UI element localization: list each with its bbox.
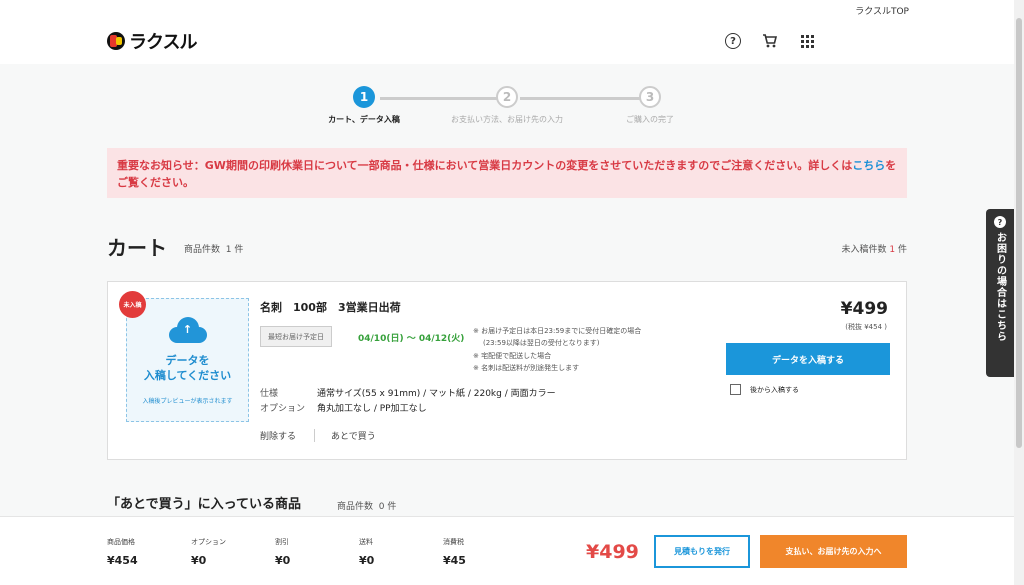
step-2: 2 お支払い方法、お届け先の入力 (437, 86, 577, 125)
cart-item-card: 未入稿 ↑ データを 入稿してください 入稿後プレビューが表示されます 名刺 10… (107, 281, 907, 460)
side-help-tab[interactable]: ? お困りの場合はこちら (986, 209, 1014, 377)
scrollbar-thumb[interactable] (1016, 18, 1022, 448)
side-help-label: お困りの場合はこちら (994, 232, 1006, 342)
summary-product-price: 商品価格 ¥454 (107, 538, 138, 567)
option-value: 角丸加工なし / PP加工なし (317, 403, 427, 414)
divider (314, 429, 316, 442)
page-scrollbar[interactable] (1014, 0, 1024, 585)
delivery-notes: ※ お届け予定日は本日23:59までに受付日確定の場合 (23:59以降は翌日の… (473, 325, 641, 374)
step-2-label: お支払い方法、お届け先の入力 (451, 115, 563, 124)
important-notice: 重要なお知らせ：GW期間の印刷休業日について一部商品・仕様において営業日カウント… (107, 148, 907, 198)
summary-tax: 消費税 ¥45 (443, 538, 466, 567)
upload-data-button[interactable]: データを入稿する (726, 343, 890, 375)
raksul-top-link[interactable]: ラクスルTOP (855, 4, 909, 17)
product-spec: 仕様 通常サイズ(55 x 91mm) / マット紙 / 220kg / 両面カラ… (260, 387, 556, 417)
proceed-to-checkout-button[interactable]: 支払い、お届け先の入力へ (760, 535, 907, 568)
saved-for-later-title: 「あとで買う」に入っている商品 (107, 497, 301, 512)
upload-later-checkbox[interactable]: 後から入稿する (730, 384, 799, 395)
notice-text: 重要なお知らせ：GW期間の印刷休業日について一部商品・仕様において営業日カウント… (117, 159, 853, 172)
step-1-label: カート、データ入稿 (328, 115, 400, 124)
note-line: ※ お届け予定日は本日23:59までに受付日確定の場合 (473, 327, 642, 335)
cart-icon[interactable] (761, 32, 779, 50)
step-1: 1 カート、データ入稿 (294, 86, 434, 125)
summary-shipping: 送料 ¥0 (359, 538, 375, 567)
logo-mark-icon (107, 32, 125, 50)
unsubmitted-count: 未入稿件数 1 件 (841, 245, 907, 255)
help-icon[interactable]: ? (724, 32, 742, 50)
cart-title: カート (107, 236, 167, 260)
save-for-later-link[interactable]: あとで買う (331, 429, 376, 442)
upload-later-label: 後から入稿する (750, 385, 799, 394)
note-line: ※ 宅配便で配送した場合 (473, 351, 552, 360)
cart-item-count: 商品件数 1 件 (184, 245, 244, 255)
unsubmitted-badge: 未入稿 (119, 291, 146, 318)
option-label: オプション (260, 403, 306, 414)
apps-grid-icon[interactable] (798, 32, 816, 50)
data-upload-area[interactable]: ↑ データを 入稿してください 入稿後プレビューが表示されます (126, 298, 249, 422)
delete-link[interactable]: 削除する (260, 429, 296, 442)
header-icons: ? (724, 32, 816, 50)
site-header: ラクスル ? (0, 18, 1024, 64)
step-3: 3 ご購入の完了 (580, 86, 720, 125)
item-actions: 削除する あとで買う (260, 429, 376, 442)
product-name: 名刺 100部 3営業日出荷 (260, 301, 401, 314)
step-3-number: 3 (639, 86, 661, 108)
issue-quote-button[interactable]: 見積もりを発行 (654, 535, 750, 568)
saved-item-count: 商品件数 0 件 (337, 502, 397, 512)
top-bar: ラクスルTOP (0, 0, 1024, 18)
step-3-label: ご購入の完了 (626, 115, 674, 124)
question-icon: ? (994, 216, 1006, 228)
summary-options: オプション ¥0 (191, 538, 226, 567)
spec-label: 仕様 (260, 389, 279, 399)
spec-value: 通常サイズ(55 x 91mm) / マット紙 / 220kg / 両面カラー (317, 389, 556, 399)
logo-text: ラクスル (129, 32, 197, 53)
item-price: ¥499 (840, 299, 888, 319)
checkout-steps: 1 カート、データ入稿 2 お支払い方法、お届け先の入力 3 ご購入の完了 (320, 86, 700, 126)
upload-preview-note: 入稿後プレビューが表示されます (142, 397, 233, 405)
step-2-number: 2 (496, 86, 518, 108)
notice-link[interactable]: こちら (852, 159, 885, 172)
note-line: (23:59以降は翌日の受付となります) (483, 339, 600, 348)
step-1-number: 1 (353, 86, 375, 108)
delivery-tag: 最短お届け予定日 (260, 326, 332, 347)
note-line: ※ 名刺は配送料が別途発生します (473, 363, 580, 372)
raksul-logo[interactable]: ラクスル (107, 28, 197, 54)
delivery-date: 04/10(日) 〜 04/12(火) (358, 334, 465, 344)
checkbox-icon[interactable] (730, 384, 741, 395)
order-total: ¥499 (586, 541, 639, 563)
order-summary-footer: 商品価格 ¥454 オプション ¥0 割引 ¥0 送料 ¥0 消費税 ¥45 ¥499 見… (0, 516, 1024, 585)
cloud-upload-icon: ↑ (168, 317, 207, 343)
summary-discount: 割引 ¥0 (275, 538, 291, 567)
upload-prompt: データを 入稿してください (143, 354, 232, 383)
item-price-excl-tax: (税抜 ¥454 ) (845, 323, 887, 331)
